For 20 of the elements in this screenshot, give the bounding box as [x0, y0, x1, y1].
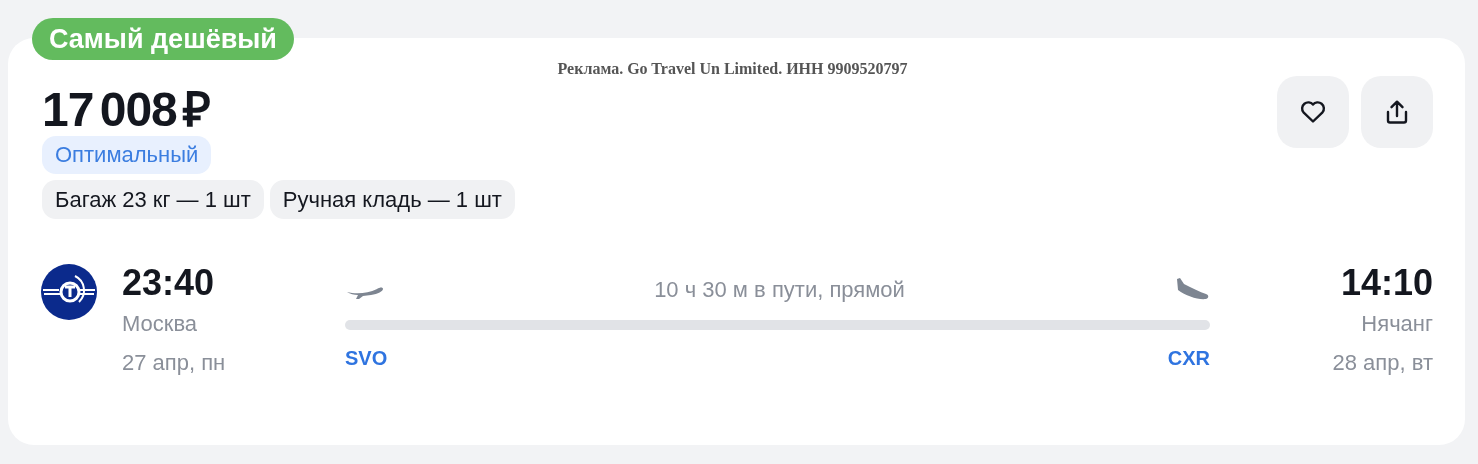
departure-date: 27 апр, пн [122, 349, 226, 376]
share-button[interactable] [1361, 76, 1433, 148]
flight-duration: 10 ч 30 м в пути, прямой [654, 277, 905, 303]
price: 17 008 ₽ [42, 82, 211, 138]
departure-city: Москва [122, 310, 198, 337]
baggage-tag: Багаж 23 кг — 1 шт [42, 180, 264, 219]
fare-tag: Оптимальный [42, 136, 212, 174]
ad-notice: Реклама. Go Travel Un Limited. ИНН 9909520797 [556, 60, 909, 78]
airport-code: SVO [345, 347, 388, 370]
cheapest-badge: Самый дешёвый [32, 18, 294, 60]
airline-logo [41, 264, 97, 320]
arrival-date: 28 апр, вт [1332, 349, 1433, 376]
airport-code: CXR [1167, 347, 1210, 370]
departure-time: 23:40 [122, 261, 215, 305]
favorite-button[interactable] [1277, 76, 1349, 148]
share-icon [1385, 99, 1409, 125]
baggage-tag: Ручная кладь — 1 шт [269, 180, 515, 219]
heart-icon [1300, 100, 1326, 124]
arrival-time: 14:10 [1340, 261, 1433, 305]
arrival-city: Нячанг [1361, 310, 1433, 337]
